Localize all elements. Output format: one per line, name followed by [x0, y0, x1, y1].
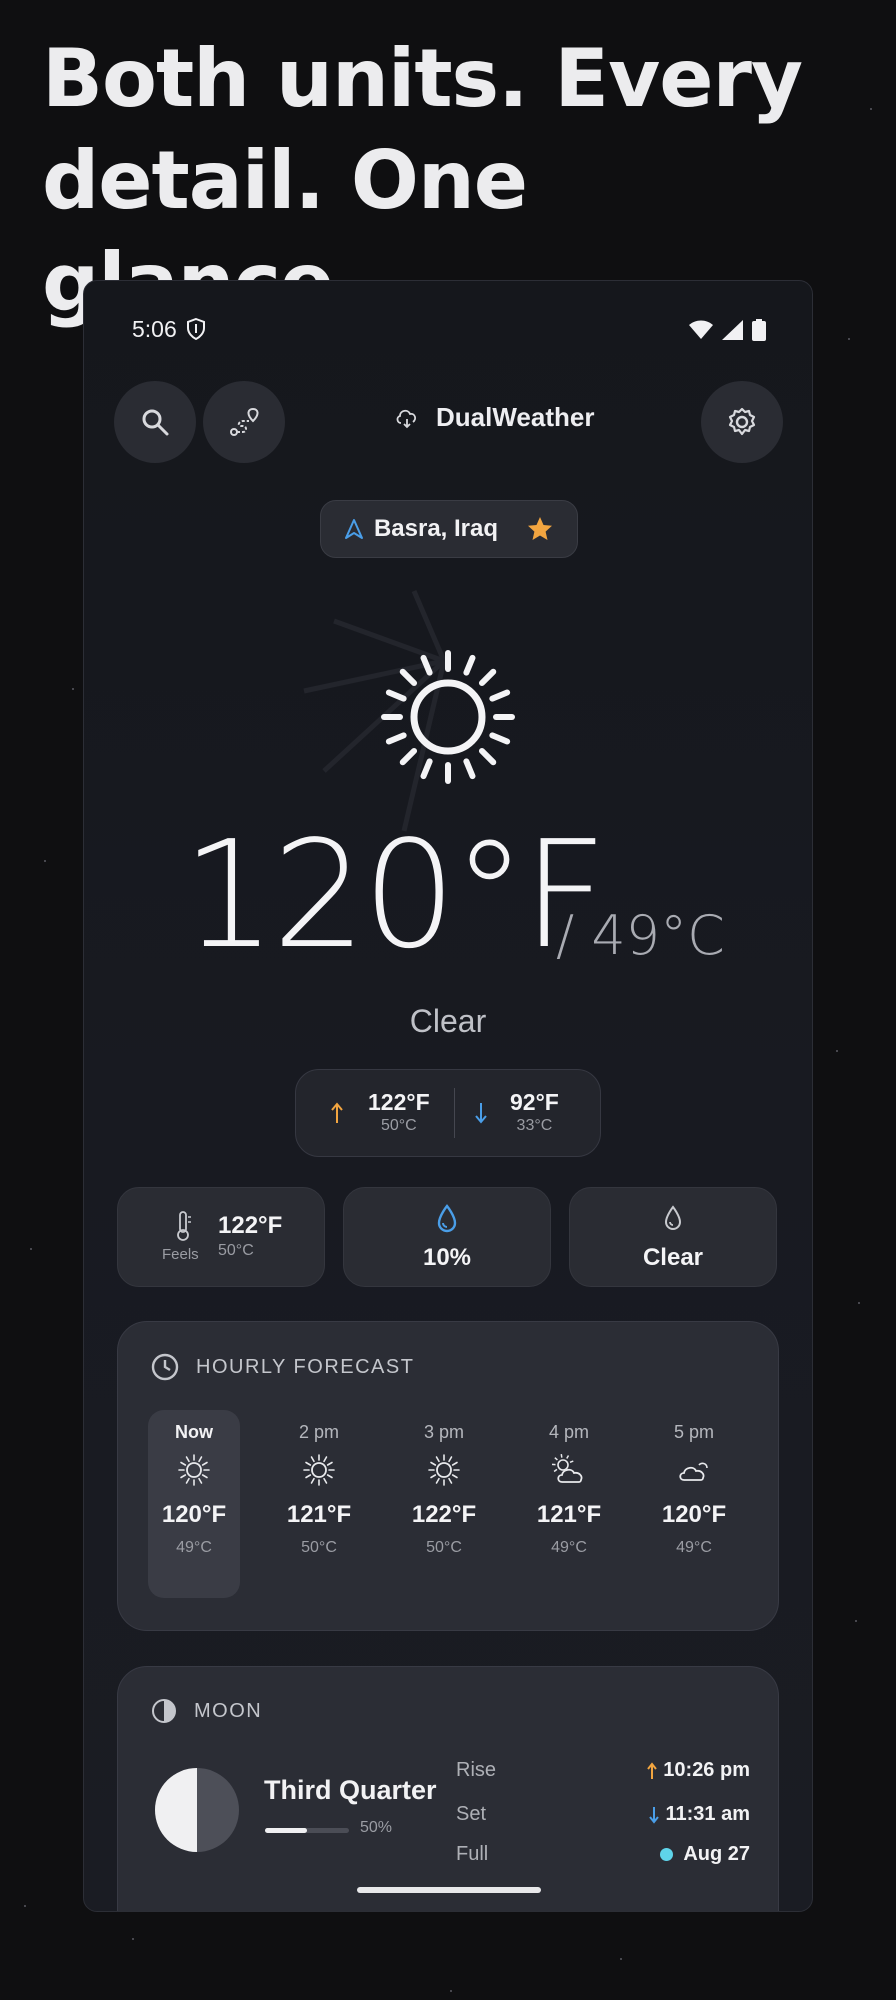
hour-temp-c: 49°C — [176, 1539, 212, 1556]
full-moon-dot — [660, 1848, 674, 1861]
precipitation-card: 10% — [343, 1187, 551, 1287]
location-name: Basra, Iraq — [373, 515, 499, 542]
moonset-label: Set — [456, 1803, 487, 1825]
search-icon — [142, 409, 169, 436]
phone-screen: 5:06 DualWeather Basra, Iraq 120°F / 49°… — [83, 280, 813, 1912]
hour-temp-f: 121°F — [286, 1501, 352, 1528]
hour-temp-f: 122°F — [411, 1501, 477, 1528]
full-moon-label: Full — [456, 1843, 489, 1865]
condition-value: Clear — [642, 1244, 704, 1271]
hour-time: 5 pm — [673, 1422, 715, 1442]
thermometer-icon — [177, 1211, 191, 1241]
hourly-header: HOURLY FORECAST — [150, 1352, 414, 1382]
feels-temp-c: 50°C — [218, 1242, 254, 1259]
hour-temp-c: 49°C — [551, 1539, 587, 1556]
clock-icon — [151, 1353, 179, 1381]
drop-outline-icon — [664, 1205, 682, 1230]
partly-cloudy-icon — [523, 1453, 615, 1491]
hour-temp-f: 120°F — [661, 1501, 727, 1528]
precip-value: 10% — [422, 1244, 472, 1271]
full-moon-value: Aug 27 — [660, 1843, 750, 1866]
settings-button[interactable] — [701, 381, 783, 463]
hour-time: 4 pm — [548, 1422, 590, 1442]
status-time: 5:06 — [132, 316, 177, 342]
full-moon-row: Full Aug 27 — [456, 1843, 750, 1873]
hourly-item[interactable]: 2 pm 121°F 50°C — [273, 1410, 365, 1598]
current-temp-c: / 49°C — [556, 904, 725, 967]
cell-signal-icon — [722, 320, 743, 340]
rise-arrow-icon — [647, 1761, 658, 1779]
moonrise-label: Rise — [456, 1759, 497, 1781]
hourly-forecast-card: HOURLY FORECAST Now 120°F 49°C 2 pm 121°F 50°… — [117, 1321, 779, 1631]
moon-header: MOON — [150, 1697, 262, 1725]
hour-temp-c: 49°C — [676, 1539, 712, 1556]
status-bar: 5:06 — [84, 311, 812, 347]
hour-temp-c: 50°C — [426, 1539, 462, 1556]
shield-icon — [187, 318, 205, 340]
hour-temp-f: 121°F — [536, 1501, 602, 1528]
divider — [454, 1088, 455, 1138]
current-temp-f: 120°F — [182, 809, 608, 981]
search-button[interactable] — [114, 381, 196, 463]
set-arrow-icon — [649, 1806, 660, 1824]
wifi-icon — [689, 320, 713, 339]
high-temp: 122°F 50°C — [368, 1089, 430, 1134]
moon-phase-small-icon — [152, 1699, 176, 1723]
feels-label: Feels — [162, 1246, 199, 1263]
app-name: DualWeather — [436, 402, 595, 432]
cloud-icon — [648, 1453, 740, 1491]
top-bar: DualWeather — [84, 381, 812, 465]
high-arrow-icon — [331, 1102, 343, 1123]
moonrise-value: 10:26 pm — [647, 1759, 750, 1782]
hour-time: 3 pm — [423, 1422, 465, 1442]
high-low-pill: 122°F 50°C 92°F 33°C — [295, 1069, 601, 1157]
feels-like-card: Feels 122°F 50°C — [117, 1187, 325, 1287]
current-condition: Clear — [409, 1003, 487, 1039]
illumination-percent: 50% — [360, 1819, 393, 1836]
sun-icon — [398, 1453, 490, 1491]
battery-icon — [752, 319, 766, 341]
location-chip[interactable]: Basra, Iraq — [320, 500, 578, 558]
sun-icon — [148, 1453, 240, 1491]
moon-phase-name: Third Quarter — [264, 1775, 437, 1805]
moon-phase-icon — [155, 1768, 239, 1852]
moonrise-row: Rise 10:26 pm — [456, 1759, 750, 1789]
illumination-bar — [265, 1828, 349, 1833]
app-title: DualWeather — [394, 402, 594, 433]
cloud-logo-icon — [396, 409, 417, 428]
hour-time: 2 pm — [298, 1422, 340, 1442]
hourly-item[interactable]: 4 pm 121°F 49°C — [523, 1410, 615, 1598]
moonset-value: 11:31 am — [649, 1803, 750, 1826]
route-icon — [230, 407, 259, 436]
hourly-title: HOURLY FORECAST — [196, 1355, 415, 1378]
feels-temp-f: 122°F — [218, 1212, 283, 1239]
moon-card: MOON Third Quarter 50% Rise 10:26 pm Set… — [117, 1666, 779, 1911]
favorite-star-icon[interactable] — [526, 515, 554, 543]
hourly-item[interactable]: 3 pm 122°F 50°C — [398, 1410, 490, 1598]
moonset-row: Set 11:31 am — [456, 1803, 750, 1833]
gear-icon — [728, 407, 756, 436]
low-temp: 92°F 33°C — [510, 1089, 559, 1134]
system-icons — [688, 319, 766, 341]
sun-icon — [273, 1453, 365, 1491]
hour-temp-f: 120°F — [161, 1501, 227, 1528]
navigation-arrow-icon — [344, 519, 363, 539]
condition-card: Clear — [569, 1187, 777, 1287]
hourly-item[interactable]: 5 pm 120°F 49°C — [648, 1410, 740, 1598]
sun-icon — [381, 650, 515, 784]
hour-time: Now — [175, 1422, 213, 1442]
hour-temp-c: 50°C — [301, 1539, 337, 1556]
route-button[interactable] — [203, 381, 285, 463]
moon-title: MOON — [194, 1699, 263, 1722]
hourly-item[interactable]: Now 120°F 49°C — [148, 1410, 240, 1598]
low-arrow-icon — [475, 1103, 487, 1124]
home-indicator[interactable] — [357, 1887, 541, 1893]
raindrop-icon — [437, 1204, 457, 1233]
